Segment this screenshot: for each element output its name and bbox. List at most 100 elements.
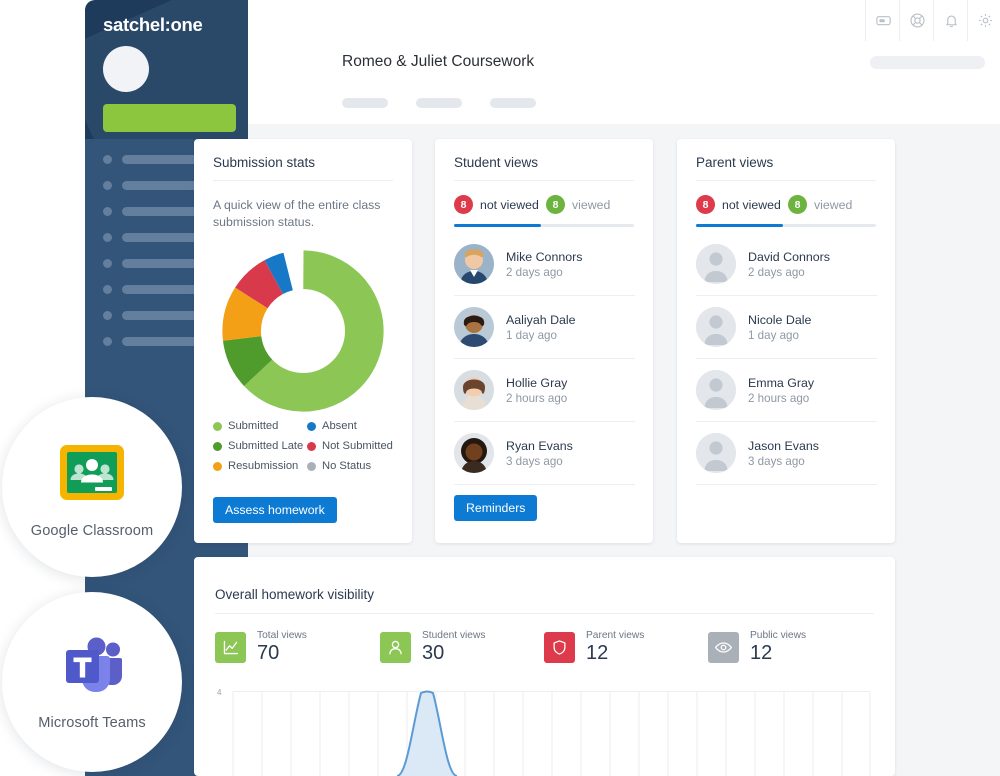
legend-label: Submitted Late	[228, 440, 304, 452]
card-title: Parent views	[696, 155, 774, 170]
google-classroom-icon	[60, 444, 124, 500]
student-list: Mike Connors 2 days ago Aaliyah Dale 1 d…	[454, 233, 635, 485]
stat-label: Parent views	[586, 630, 645, 641]
person-time: 3 days ago	[748, 454, 805, 468]
legend-swatch	[213, 461, 222, 471]
person-name: Emma Gray	[748, 375, 815, 390]
person-name: Ryan Evans	[506, 438, 573, 453]
legend-item-submitted: Submitted	[213, 420, 307, 432]
legend-item-submitted-late: Submitted Late	[213, 440, 307, 452]
person-info: David Connors 2 days ago	[748, 249, 830, 280]
person-info: Ryan Evans 3 days ago	[506, 438, 573, 469]
stat-text: Parent views 12	[586, 629, 644, 665]
person-time: 3 days ago	[506, 454, 563, 468]
reminders-button[interactable]: Reminders	[454, 495, 538, 521]
help-icon[interactable]	[899, 0, 934, 41]
legend-label: Absent	[322, 420, 357, 432]
stat-public-views: Public views 12	[708, 629, 806, 665]
primary-action-placeholder[interactable]	[103, 104, 236, 132]
bullet-icon	[103, 155, 112, 164]
card-title: Student views	[454, 155, 539, 170]
list-item[interactable]: Nicole Dale 1 day ago	[696, 296, 877, 359]
legend-label: Submitted	[228, 420, 279, 432]
eye-icon	[708, 631, 739, 663]
list-item[interactable]: Ryan Evans 3 days ago	[454, 422, 635, 485]
tab-not-viewed[interactable]: 8 not viewed	[696, 195, 781, 214]
legend-swatch	[307, 441, 316, 451]
person-time: 2 days ago	[506, 265, 563, 279]
person-time: 2 days ago	[748, 265, 805, 279]
divider	[454, 180, 634, 181]
top-toolbar	[248, 0, 1000, 42]
assess-homework-button[interactable]: Assess homework	[213, 497, 337, 523]
google-classroom-badge[interactable]: Google Classroom	[2, 397, 182, 577]
badge-label: Microsoft Teams	[38, 714, 146, 731]
person-info: Emma Gray 2 hours ago	[748, 375, 814, 406]
y-axis-tick-4: 4	[217, 688, 222, 697]
divider	[696, 180, 876, 181]
person-name: David Connors	[748, 249, 830, 264]
list-item[interactable]: Jason Evans 3 days ago	[696, 422, 877, 485]
avatar-placeholder-icon	[696, 244, 736, 284]
student-views-tabs: 8 not viewed 8 viewed	[454, 195, 634, 225]
bullet-icon	[103, 259, 112, 268]
stat-text: Public views 12	[750, 629, 806, 665]
stat-value: 12	[586, 642, 609, 664]
stat-text: Total views 70	[257, 629, 307, 665]
microsoft-teams-badge[interactable]: Microsoft Teams	[2, 592, 182, 772]
person-time: 2 hours ago	[748, 391, 810, 405]
list-item[interactable]: Aaliyah Dale 1 day ago	[454, 296, 635, 359]
bullet-icon	[103, 311, 112, 320]
area-chart-svg: 4	[217, 688, 871, 776]
avatar	[454, 370, 494, 410]
messages-icon[interactable]	[865, 0, 900, 41]
tab-placeholder-2[interactable]	[416, 98, 462, 108]
submission-stats-card: Submission stats A quick view of the ent…	[194, 139, 412, 543]
tab-not-viewed[interactable]: 8 not viewed	[454, 195, 539, 214]
tab-viewed[interactable]: 8 viewed	[546, 195, 610, 214]
avatar[interactable]	[103, 46, 149, 92]
person-icon	[380, 631, 411, 663]
tab-placeholder-1[interactable]	[342, 98, 388, 108]
person-time: 1 day ago	[748, 328, 799, 342]
student-views-card: Student views 8 not viewed 8 viewed Mike…	[435, 139, 653, 543]
list-item[interactable]: Hollie Gray 2 hours ago	[454, 359, 635, 422]
person-time: 2 hours ago	[506, 391, 568, 405]
screenshot-root: satchel:one Romeo & Juliet Coursework Su…	[0, 0, 1000, 776]
avatar-placeholder-icon	[696, 307, 736, 347]
bullet-icon	[103, 337, 112, 346]
app-window: satchel:one Romeo & Juliet Coursework Su…	[85, 0, 1000, 776]
tab-placeholder-3[interactable]	[490, 98, 536, 108]
bullet-icon	[103, 181, 112, 190]
person-name: Nicole Dale	[748, 312, 812, 327]
stat-label: Total views	[257, 630, 307, 641]
donut-center	[263, 291, 343, 371]
divider	[213, 180, 393, 181]
avatar	[454, 433, 494, 473]
legend-item-resubmission: Resubmission	[213, 460, 307, 472]
list-item[interactable]: Emma Gray 2 hours ago	[696, 359, 877, 422]
list-item[interactable]: Mike Connors 2 days ago	[454, 233, 635, 296]
settings-icon[interactable]	[967, 0, 1000, 41]
brand-logo[interactable]: satchel:one	[103, 14, 203, 36]
tab-viewed[interactable]: 8 viewed	[788, 195, 852, 214]
notifications-icon[interactable]	[933, 0, 968, 41]
stat-value: 70	[257, 642, 280, 664]
bullet-icon	[103, 207, 112, 216]
tab-label: not viewed	[480, 197, 539, 212]
list-item[interactable]: David Connors 2 days ago	[696, 233, 877, 296]
tab-label: not viewed	[722, 197, 781, 212]
page-header: Romeo & Juliet Coursework	[248, 41, 1000, 86]
avatar-placeholder-icon	[696, 433, 736, 473]
badge-label: Google Classroom	[30, 522, 154, 539]
tab-label: viewed	[572, 197, 611, 212]
stat-total-views: Total views 70	[215, 629, 307, 665]
stat-student-views: Student views 30	[380, 629, 485, 665]
parent-list: David Connors 2 days ago Nicole Dale 1 d…	[696, 233, 877, 485]
search-input[interactable]	[870, 56, 985, 69]
stat-label: Public views	[750, 630, 807, 641]
person-info: Mike Connors 2 days ago	[506, 249, 582, 280]
stat-parent-views: Parent views 12	[544, 629, 644, 665]
person-info: Aaliyah Dale 1 day ago	[506, 312, 576, 343]
person-info: Hollie Gray 2 hours ago	[506, 375, 567, 406]
